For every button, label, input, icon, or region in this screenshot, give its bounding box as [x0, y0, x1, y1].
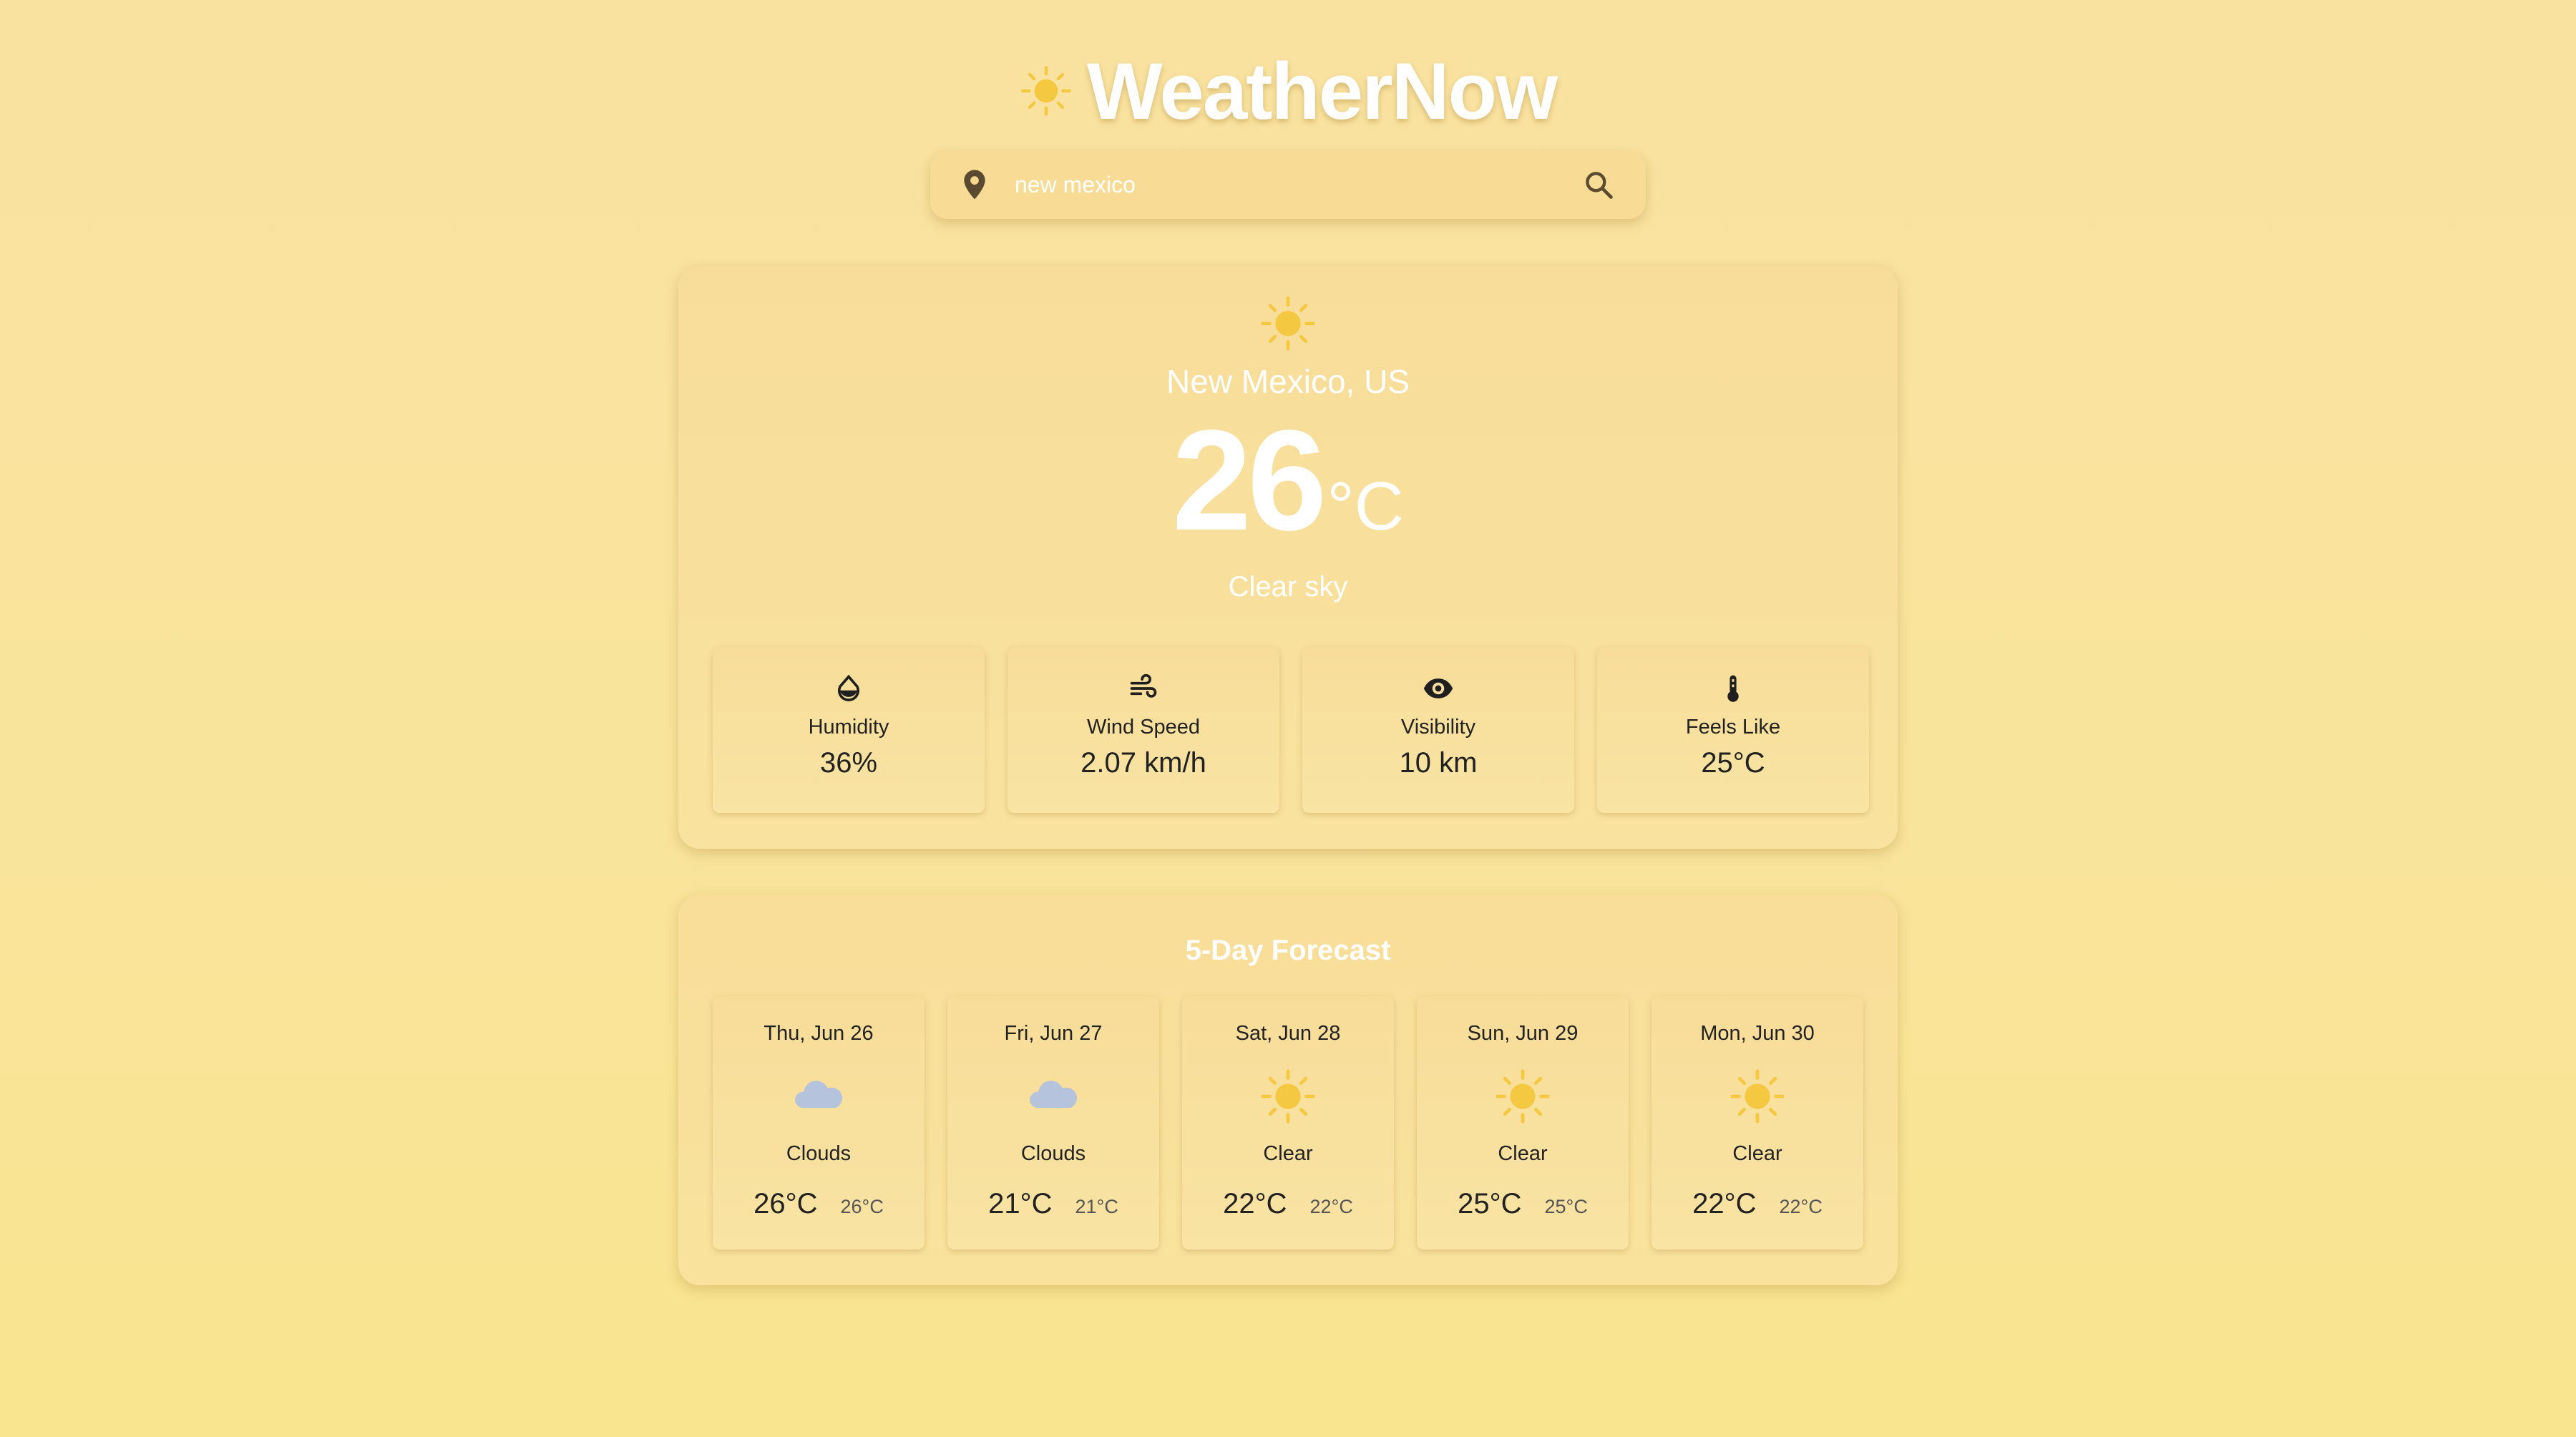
- forecast-temps: 22°C 22°C: [1652, 1188, 1863, 1220]
- stat-label: Wind Speed: [1087, 716, 1200, 739]
- stat-humidity: Humidity 36%: [713, 647, 985, 813]
- forecast-date: Sun, Jun 29: [1467, 1022, 1579, 1045]
- app-header: WeatherNow: [0, 44, 2576, 137]
- stat-value: 36%: [819, 747, 878, 779]
- cloud-icon: [1030, 1081, 1078, 1108]
- stat-label: Feels Like: [1685, 716, 1781, 739]
- forecast-low: 22°C: [1779, 1196, 1823, 1217]
- cloud-icon: [795, 1081, 843, 1108]
- forecast-description: Clouds: [786, 1142, 852, 1165]
- temperature-unit: °C: [1327, 468, 1405, 545]
- forecast-high: 22°C: [1223, 1188, 1287, 1219]
- forecast-day: Fri, Jun 27 Clouds 21°C 21°C: [947, 996, 1159, 1250]
- weather-description: Clear sky: [1228, 571, 1348, 603]
- forecast-temps: 21°C 21°C: [947, 1188, 1159, 1220]
- forecast-day: Mon, Jun 30 Clear 22°C 22°C: [1652, 996, 1863, 1250]
- temperature-value: 26: [1171, 401, 1327, 560]
- forecast-day: Sun, Jun 29 Clear 25°C 25°C: [1417, 996, 1629, 1250]
- stat-value: 10 km: [1399, 747, 1478, 779]
- forecast-day: Thu, Jun 26 Clouds 26°C 26°C: [713, 996, 924, 1250]
- forecast-low: 22°C: [1309, 1196, 1353, 1217]
- stat-value: 2.07 km/h: [1080, 747, 1206, 779]
- forecast-date: Sat, Jun 28: [1235, 1022, 1341, 1045]
- forecast-low: 25°C: [1544, 1196, 1588, 1217]
- search-bar[interactable]: [930, 150, 1646, 219]
- wind-icon: [1130, 673, 1157, 698]
- stat-feels-like: Feels Like 25°C: [1597, 647, 1869, 813]
- app-title: WeatherNow: [1086, 46, 1558, 136]
- forecast-title: 5-Day Forecast: [1185, 935, 1391, 966]
- forecast-description: Clouds: [1020, 1142, 1086, 1165]
- sun-icon: [1496, 1069, 1550, 1124]
- search-icon[interactable]: [1583, 169, 1614, 200]
- sun-icon: [1261, 1069, 1315, 1124]
- forecast-date: Thu, Jun 26: [763, 1022, 874, 1045]
- weather-stats: Humidity 36% Wind Speed 2.07 km/h Visibi…: [713, 647, 1869, 813]
- forecast-low: 21°C: [1075, 1196, 1118, 1217]
- stat-label: Humidity: [808, 716, 889, 739]
- stat-visibility: Visibility 10 km: [1302, 647, 1574, 813]
- forecast-date: Mon, Jun 30: [1700, 1022, 1815, 1045]
- forecast-description: Clear: [1263, 1142, 1313, 1165]
- forecast-card: 5-Day Forecast Thu, Jun 26 Clouds 26°C 2…: [678, 895, 1898, 1285]
- forecast-description: Clear: [1732, 1142, 1782, 1165]
- forecast-date: Fri, Jun 27: [1004, 1022, 1103, 1045]
- forecast-high: 25°C: [1458, 1188, 1522, 1219]
- sun-icon: [1021, 66, 1071, 116]
- forecast-temps: 26°C 26°C: [713, 1188, 924, 1220]
- current-weather-card: New Mexico, US 26°C Clear sky Humidity 3…: [678, 266, 1898, 849]
- forecast-list: Thu, Jun 26 Clouds 26°C 26°C Fri, Jun 27…: [713, 996, 1863, 1250]
- eye-icon: [1423, 678, 1453, 698]
- forecast-low: 26°C: [840, 1196, 884, 1217]
- forecast-high: 21°C: [988, 1188, 1053, 1219]
- stat-wind-speed: Wind Speed 2.07 km/h: [1008, 647, 1279, 813]
- sun-icon: [1730, 1069, 1785, 1124]
- forecast-temps: 25°C 25°C: [1417, 1188, 1629, 1220]
- forecast-description: Clear: [1498, 1142, 1548, 1165]
- search-input[interactable]: [1013, 170, 1583, 199]
- stat-value: 25°C: [1701, 747, 1765, 779]
- forecast-high: 22°C: [1692, 1188, 1757, 1219]
- map-pin-icon: [964, 170, 985, 200]
- current-temperature: 26°C: [678, 409, 1898, 552]
- forecast-high: 26°C: [753, 1188, 818, 1219]
- thermometer-icon: [1727, 675, 1739, 702]
- water-drop-icon: [837, 674, 860, 701]
- stat-label: Visibility: [1400, 716, 1476, 739]
- forecast-temps: 22°C 22°C: [1182, 1188, 1394, 1220]
- forecast-day: Sat, Jun 28 Clear 22°C 22°C: [1182, 996, 1394, 1250]
- sun-icon: [1261, 296, 1315, 351]
- location-name: New Mexico, US: [1166, 363, 1410, 400]
